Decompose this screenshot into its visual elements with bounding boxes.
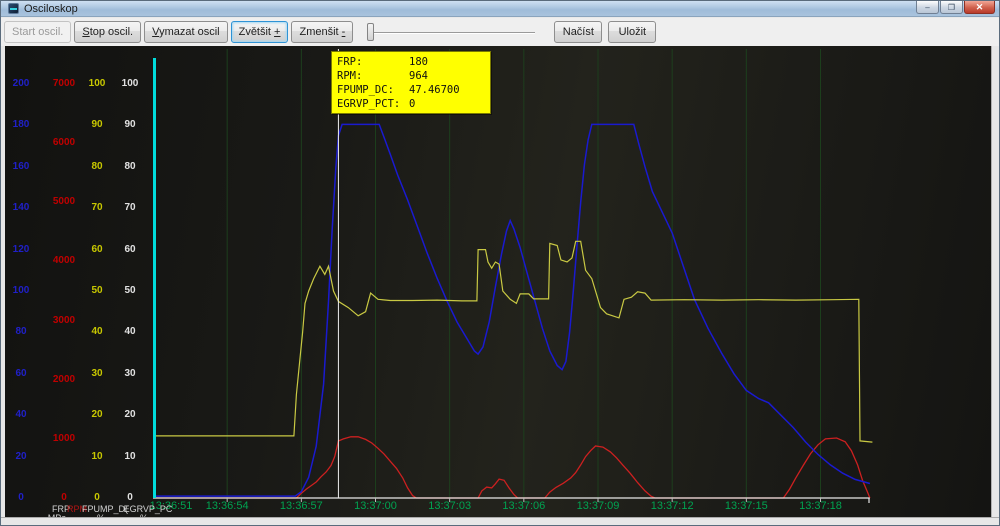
y-tick-frp: 180 xyxy=(13,119,30,130)
time-tick-label: 13:37:00 xyxy=(354,500,397,512)
y-tick-egrvp_pct: 30 xyxy=(124,368,135,379)
y-tick-egrvp_pct: 80 xyxy=(124,161,135,172)
y-tick-frp: 40 xyxy=(15,409,26,420)
y-tick-frp: 100 xyxy=(13,285,30,296)
close-button[interactable]: ✕ xyxy=(964,1,995,14)
window-right-edge xyxy=(991,46,1000,517)
toolbar-buttons: Start oscil.Stop oscil.Vymazat oscilZvět… xyxy=(1,21,353,43)
time-tick-label: 13:37:12 xyxy=(651,500,694,512)
y-tick-fpump_dc: 50 xyxy=(91,285,102,296)
y-tick-rpm: 7000 xyxy=(53,78,75,89)
y-tick-fpump_dc: 40 xyxy=(91,326,102,337)
y-tick-frp: 160 xyxy=(13,161,30,172)
minimize-button[interactable]: – xyxy=(916,1,939,14)
y-tick-rpm: 2000 xyxy=(53,374,75,385)
trace-rpm xyxy=(153,437,870,498)
load-button[interactable]: Načíst xyxy=(554,21,602,43)
y-tick-frp: 140 xyxy=(13,202,30,213)
y-tick-frp: 20 xyxy=(15,451,26,462)
y-tick-fpump_dc: 30 xyxy=(91,368,102,379)
time-tick-label: 13:37:15 xyxy=(725,500,768,512)
y-tick-rpm: 4000 xyxy=(53,255,75,266)
y-tick-fpump_dc: 80 xyxy=(91,161,102,172)
stop-oscil-button[interactable]: Stop oscil. xyxy=(74,21,141,43)
zvetsit-button[interactable]: Zvětšit + xyxy=(231,21,289,43)
time-tick-label: 13:37:18 xyxy=(799,500,842,512)
tooltip-row: FPUMP_DC:47.46700 xyxy=(337,83,490,97)
zoom-slider-thumb[interactable] xyxy=(367,23,374,41)
window-title: Osciloskop xyxy=(24,3,78,15)
time-tick-label: 13:36:57 xyxy=(280,500,323,512)
window-left-edge xyxy=(1,46,5,517)
y-tick-rpm: 0 xyxy=(61,492,67,503)
y-tick-rpm: 5000 xyxy=(53,196,75,207)
y-tick-egrvp_pct: 50 xyxy=(124,285,135,296)
trace-frp xyxy=(153,124,870,496)
y-tick-frp: 60 xyxy=(15,368,26,379)
time-tick-label: 13:37:06 xyxy=(502,500,545,512)
window-bottom-edge[interactable] xyxy=(1,517,1000,526)
vymazat-oscil-button[interactable]: Vymazat oscil xyxy=(144,21,227,43)
app-window: Osciloskop – ❐ ✕ Start oscil.Stop oscil.… xyxy=(0,0,1000,526)
zoom-slider[interactable] xyxy=(367,21,535,43)
y-tick-egrvp_pct: 0 xyxy=(127,492,133,503)
plot-canvas[interactable] xyxy=(1,46,1000,517)
y-tick-frp: 0 xyxy=(18,492,24,503)
trace-fpump_dc xyxy=(153,241,872,442)
start-oscil-button[interactable]: Start oscil. xyxy=(4,21,71,43)
tooltip-row: FRP:180 xyxy=(337,55,490,69)
y-tick-fpump_dc: 0 xyxy=(94,492,100,503)
maximize-button[interactable]: ❐ xyxy=(940,1,963,14)
y-tick-egrvp_pct: 70 xyxy=(124,202,135,213)
app-icon xyxy=(8,3,19,14)
y-tick-fpump_dc: 100 xyxy=(89,78,106,89)
y-tick-egrvp_pct: 60 xyxy=(124,244,135,255)
zmensit-button[interactable]: Zmenšit - xyxy=(291,21,353,43)
time-tick-label: 13:37:03 xyxy=(428,500,471,512)
y-tick-fpump_dc: 20 xyxy=(91,409,102,420)
y-tick-egrvp_pct: 100 xyxy=(122,78,139,89)
toolbar: Start oscil.Stop oscil.Vymazat oscilZvět… xyxy=(1,18,999,46)
window-controls: – ❐ ✕ xyxy=(915,1,995,14)
oscilloscope-chart[interactable]: 2001801601401201008060402007000600050004… xyxy=(1,46,1000,517)
y-tick-fpump_dc: 10 xyxy=(91,451,102,462)
y-tick-rpm: 1000 xyxy=(53,433,75,444)
y-tick-rpm: 6000 xyxy=(53,137,75,148)
time-tick-label: 13:36:54 xyxy=(206,500,249,512)
y-tick-frp: 80 xyxy=(15,326,26,337)
y-tick-frp: 120 xyxy=(13,244,30,255)
y-tick-fpump_dc: 70 xyxy=(91,202,102,213)
y-tick-egrvp_pct: 90 xyxy=(124,119,135,130)
y-tick-fpump_dc: 60 xyxy=(91,244,102,255)
zoom-slider-track xyxy=(371,32,535,34)
y-tick-fpump_dc: 90 xyxy=(91,119,102,130)
save-button[interactable]: Uložit xyxy=(608,21,656,43)
y-tick-rpm: 3000 xyxy=(53,315,75,326)
y-tick-egrvp_pct: 20 xyxy=(124,409,135,420)
title-bar[interactable]: Osciloskop – ❐ ✕ xyxy=(1,1,999,17)
y-tick-egrvp_pct: 10 xyxy=(124,451,135,462)
tooltip-row: RPM:964 xyxy=(337,69,490,83)
y-tick-frp: 200 xyxy=(13,78,30,89)
cursor-tooltip: FRP:180RPM:964FPUMP_DC:47.46700EGRVP_PCT… xyxy=(331,51,491,114)
y-tick-egrvp_pct: 40 xyxy=(124,326,135,337)
tooltip-row: EGRVP_PCT:0 xyxy=(337,97,490,111)
time-tick-label: 13:37:09 xyxy=(577,500,620,512)
